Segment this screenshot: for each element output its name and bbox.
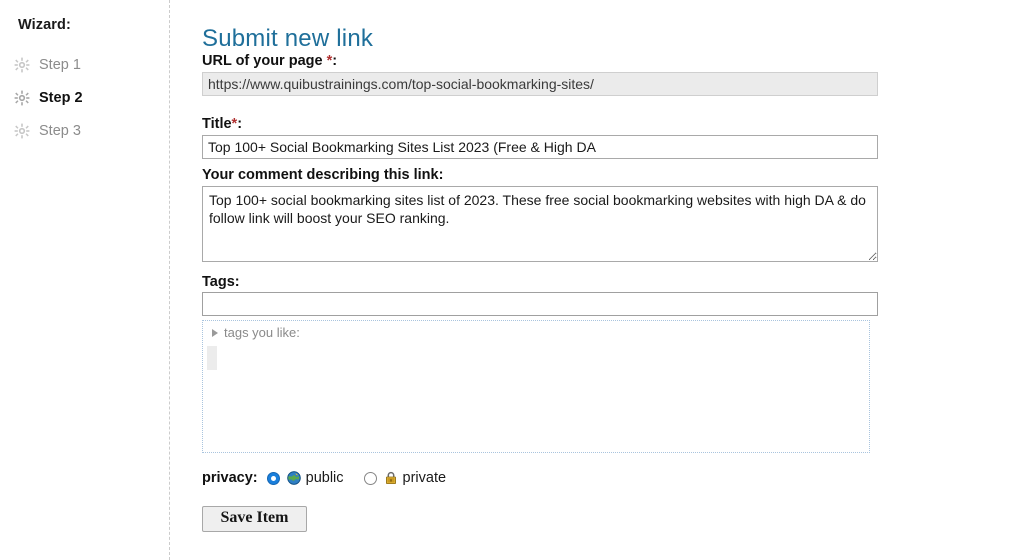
privacy-row: privacy: public private — [202, 468, 446, 488]
title-label-text: Title — [202, 116, 232, 132]
tags-list-placeholder — [207, 346, 217, 370]
url-field-label: URL of your page *: — [202, 53, 337, 69]
lock-icon — [384, 471, 398, 485]
sidebar-item-step-1[interactable]: Step 1 — [14, 54, 164, 76]
url-input[interactable] — [202, 72, 878, 96]
globe-icon — [286, 471, 301, 485]
privacy-private-label: private — [402, 470, 447, 486]
save-item-button[interactable]: Save Item — [202, 506, 307, 532]
comment-textarea[interactable] — [202, 186, 878, 262]
chevron-right-icon — [212, 328, 218, 337]
sidebar-item-step-2-label: Step 2 — [39, 90, 83, 106]
gear-icon — [14, 90, 30, 106]
title-input[interactable] — [202, 135, 878, 159]
url-label-colon: : — [332, 53, 338, 69]
privacy-private-radio[interactable] — [363, 471, 377, 485]
title-label-colon: : — [237, 116, 243, 132]
tags-you-like-label: tags you like: — [224, 325, 300, 340]
wizard-sidebar: Wizard: Step 1 Step 2 Step 3 — [0, 0, 170, 560]
privacy-label: privacy: — [202, 470, 258, 486]
sidebar-item-step-2[interactable]: Step 2 — [14, 87, 164, 109]
privacy-option-private[interactable]: private — [363, 468, 447, 488]
sidebar-item-step-1-label: Step 1 — [39, 57, 81, 73]
url-label-text: URL of your page — [202, 53, 323, 69]
main-content: Submit new link URL of your page *: Titl… — [170, 0, 1024, 560]
privacy-option-public[interactable]: public — [266, 468, 344, 488]
page-title: Submit new link — [202, 25, 374, 53]
gear-icon — [14, 123, 30, 139]
privacy-public-label: public — [305, 470, 344, 486]
tags-you-like-toggle[interactable]: tags you like: — [212, 325, 300, 340]
tags-field-label: Tags: — [202, 274, 240, 290]
gear-icon — [14, 57, 30, 73]
privacy-public-radio[interactable] — [266, 471, 280, 485]
tags-input[interactable] — [202, 292, 878, 316]
tags-suggestion-panel: tags you like: — [202, 320, 870, 453]
title-field-label: Title*: — [202, 116, 242, 132]
wizard-title: Wizard: — [18, 17, 71, 33]
sidebar-item-step-3-label: Step 3 — [39, 123, 81, 139]
submit-link-page: Wizard: Step 1 Step 2 Step 3 Submit new … — [0, 0, 1024, 560]
sidebar-item-step-3[interactable]: Step 3 — [14, 120, 164, 142]
comment-field-label: Your comment describing this link: — [202, 167, 444, 183]
